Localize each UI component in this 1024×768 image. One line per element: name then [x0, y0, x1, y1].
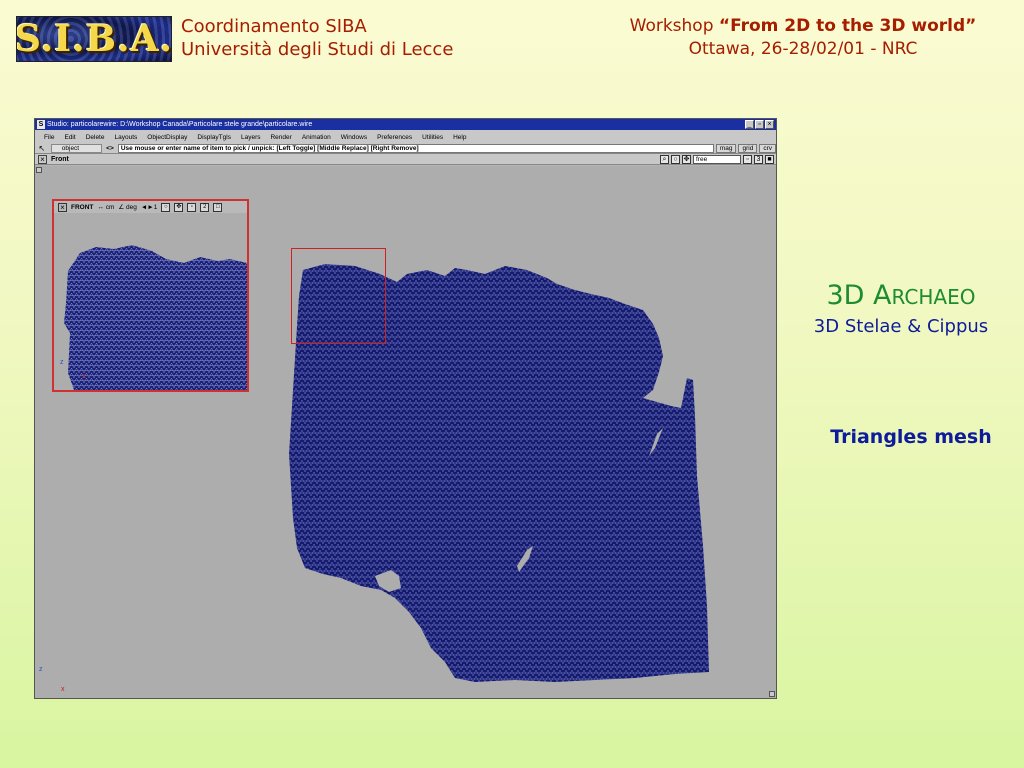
- view-number[interactable]: 3: [754, 155, 763, 164]
- menu-render[interactable]: Render: [265, 134, 296, 141]
- side-note: Triangles mesh: [830, 426, 992, 448]
- inset-close-icon[interactable]: ×: [58, 202, 67, 212]
- history-arrows[interactable]: <>: [102, 145, 118, 152]
- view-bar: × Front ⌕ ○ ✥ free ▫ 3 ■: [35, 154, 776, 165]
- view-mode-field[interactable]: free: [693, 155, 741, 164]
- inset-unit[interactable]: ↔ cm: [97, 204, 114, 211]
- window-title: Studio: particolarewire: D:\Workshop Can…: [47, 121, 313, 128]
- command-bar: ↖ object <> Use mouse or enter name of i…: [35, 144, 776, 154]
- menu-delete[interactable]: Delete: [81, 134, 110, 141]
- app-icon[interactable]: S: [37, 120, 45, 129]
- inset-tumble-icon[interactable]: ○: [161, 202, 171, 212]
- side-title: 3D ARCHAEO: [790, 280, 1012, 311]
- inset-maximize-icon[interactable]: ▫: [187, 202, 197, 212]
- inset-pan-icon[interactable]: ✥: [174, 202, 184, 212]
- workshop-line-2: Ottawa, 26-28/02/01 - NRC: [688, 39, 918, 59]
- tumble-icon[interactable]: ○: [671, 155, 680, 164]
- front-inset-view[interactable]: × FRONT ↔ cm ∠ deg ◄►1 ○ ✥ ▫ 2 □ z x: [52, 199, 249, 392]
- crv-button[interactable]: crv: [759, 144, 776, 153]
- window-titlebar[interactable]: S Studio: particolarewire: D:\Workshop C…: [35, 119, 776, 130]
- inset-window-icon[interactable]: □: [213, 202, 223, 212]
- menu-file[interactable]: File: [39, 134, 59, 141]
- axis-z-label: z: [39, 666, 43, 673]
- pan-icon[interactable]: ✥: [682, 155, 691, 164]
- side-subtitle: 3D Stelae & Cippus: [813, 316, 989, 337]
- org-line-1: Coordinamento SIBA: [181, 16, 367, 37]
- restore-button[interactable]: ▫: [755, 120, 764, 129]
- organization-block: Coordinamento SIBA Università degli Stud…: [181, 15, 453, 61]
- menu-layouts[interactable]: Layouts: [109, 134, 142, 141]
- window-controls: _ ▫ ×: [745, 120, 774, 129]
- view-window-icon[interactable]: ■: [765, 155, 774, 164]
- side-title-b: RCHAEO: [891, 285, 976, 309]
- inset-axis-x: x: [82, 373, 86, 380]
- inset-angle[interactable]: ∠ deg: [118, 203, 136, 211]
- selection-rectangle[interactable]: [291, 248, 386, 344]
- view-title: Front: [51, 155, 69, 163]
- mag-button[interactable]: mag: [715, 144, 737, 153]
- minimize-button[interactable]: _: [745, 120, 754, 129]
- menu-edit[interactable]: Edit: [59, 134, 80, 141]
- close-button[interactable]: ×: [765, 120, 774, 129]
- side-title-a: 3D A: [826, 280, 892, 311]
- viewport-canvas[interactable]: × FRONT ↔ cm ∠ deg ◄►1 ○ ✥ ▫ 2 □ z x z x: [35, 166, 776, 698]
- workshop-line-1: Workshop “From 2D to the 3D world”: [560, 15, 1024, 38]
- view-controls: ⌕ ○ ✥ free ▫ 3 ■: [660, 155, 774, 164]
- pick-arrow-icon[interactable]: ↖: [35, 144, 49, 153]
- inset-number[interactable]: 2: [200, 202, 210, 212]
- menu-displaytgls[interactable]: DisplayTgls: [192, 134, 236, 141]
- inset-toolbar: × FRONT ↔ cm ∠ deg ◄►1 ○ ✥ ▫ 2 □: [54, 201, 247, 213]
- inset-step[interactable]: ◄►1: [141, 204, 157, 211]
- menu-objectdisplay[interactable]: ObjectDisplay: [142, 134, 192, 141]
- zoom-icon[interactable]: ⌕: [660, 155, 669, 164]
- org-line-2: Università degli Studi di Lecce: [181, 39, 454, 60]
- axis-x-label: x: [61, 686, 65, 693]
- logo-text: S.I.B.A.: [16, 18, 172, 60]
- inset-mesh: [64, 245, 247, 390]
- grid-button[interactable]: grid: [738, 144, 758, 153]
- corner-handle-br[interactable]: [769, 691, 775, 697]
- menu-bar: File Edit Delete Layouts ObjectDisplay D…: [35, 130, 776, 144]
- studio-window: S Studio: particolarewire: D:\Workshop C…: [34, 118, 777, 699]
- maximize-view-icon[interactable]: ▫: [743, 155, 752, 164]
- menu-help[interactable]: Help: [448, 134, 471, 141]
- command-prompt[interactable]: Use mouse or enter name of item to pick …: [117, 144, 714, 153]
- inset-label: FRONT: [71, 203, 94, 211]
- view-close-icon[interactable]: ×: [38, 154, 47, 164]
- menu-preferences[interactable]: Preferences: [372, 134, 417, 141]
- workshop-prefix: Workshop: [629, 16, 719, 36]
- inset-axis-z: z: [60, 359, 64, 366]
- siba-logo: S.I.B.A.: [16, 16, 172, 62]
- workshop-title: “From 2D to the 3D world”: [718, 16, 977, 36]
- corner-handle-tl[interactable]: [36, 167, 42, 173]
- menu-windows[interactable]: Windows: [336, 134, 372, 141]
- menu-layers[interactable]: Layers: [236, 134, 266, 141]
- menu-animation[interactable]: Animation: [297, 134, 336, 141]
- workshop-block: Workshop “From 2D to the 3D world” Ottaw…: [560, 15, 1024, 61]
- mode-field[interactable]: object: [50, 144, 103, 153]
- menu-utilities[interactable]: Utilities: [417, 134, 448, 141]
